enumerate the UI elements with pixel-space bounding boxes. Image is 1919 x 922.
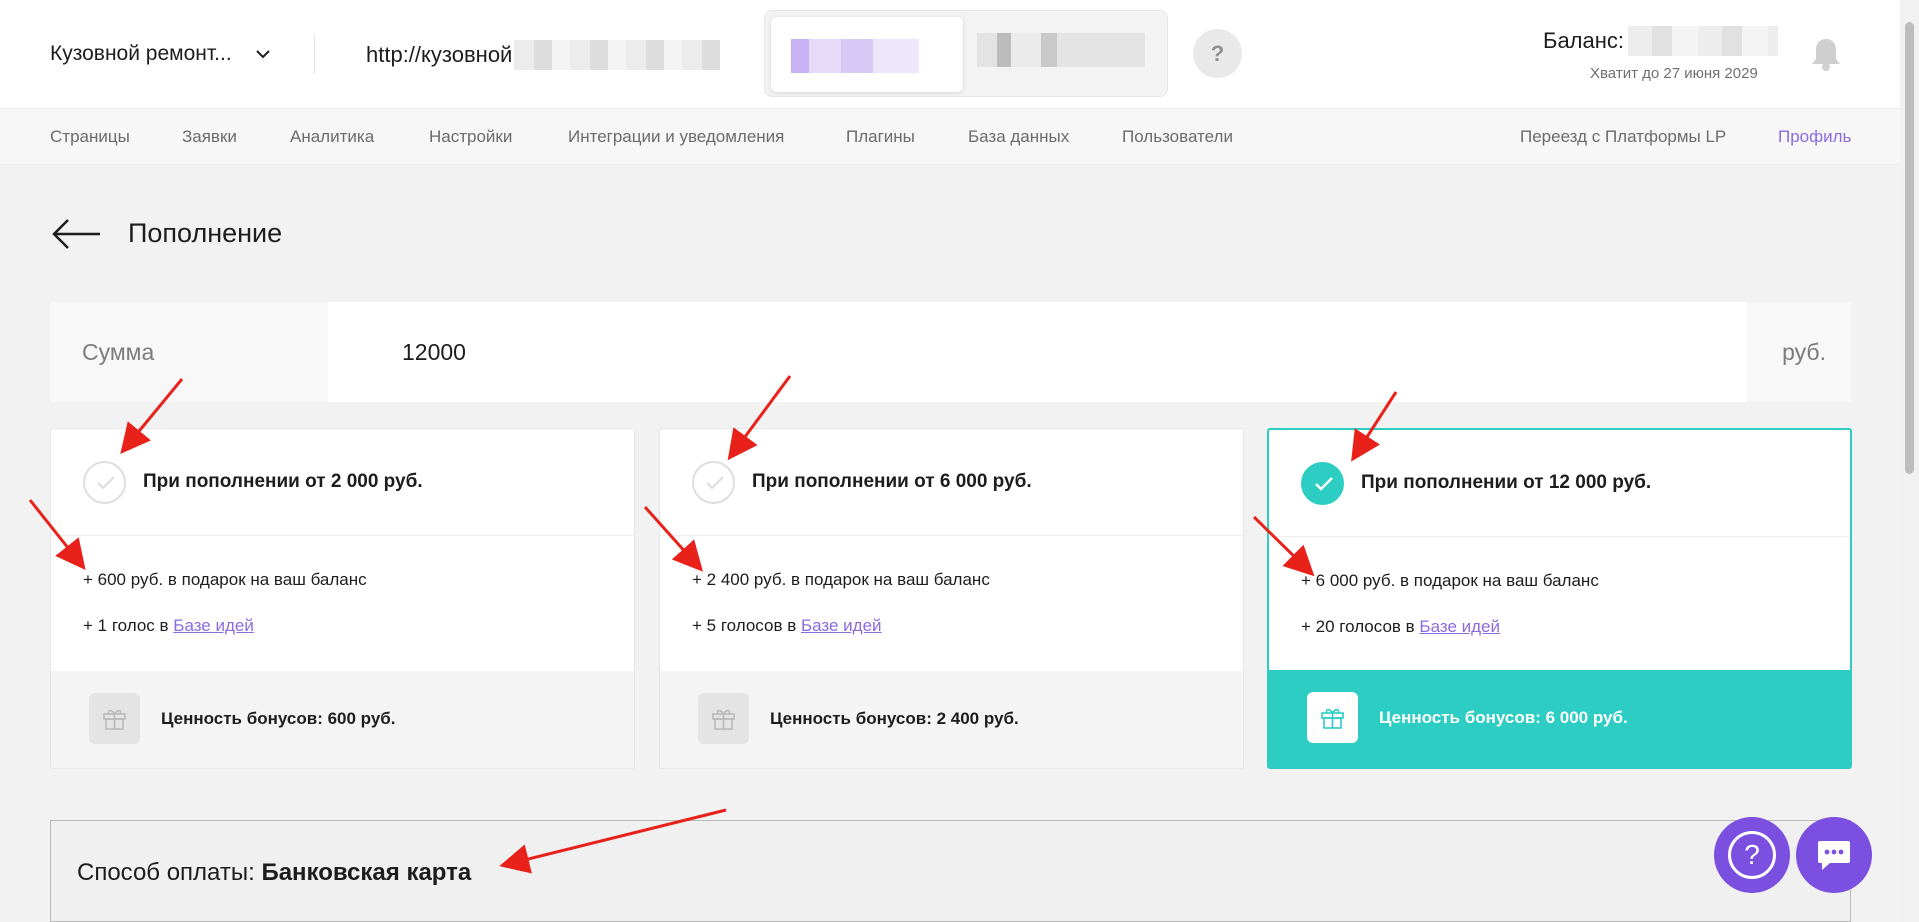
mode-switcher [764,10,1168,97]
card-title: При пополнении от 2 000 руб. [143,471,423,492]
gift-amount-text: + 600 руб. в подарок на ваш баланс [83,570,367,589]
ideas-base-link[interactable]: Базе идей [173,616,254,635]
check-icon [706,476,724,490]
bonus-card-6000[interactable]: При пополнении от 6 000 руб. + 2 400 руб… [659,428,1244,769]
scrollbar-thumb[interactable] [1905,22,1914,474]
nav-item-pages[interactable]: Страницы [50,127,130,147]
votes-text: + 1 голос в Базе идей [83,616,254,636]
card-header: При пополнении от 6 000 руб. [660,429,1243,536]
card-header: При пополнении от 2 000 руб. [51,429,634,536]
payment-label: Способ оплаты: [77,859,262,886]
nav-item-migration[interactable]: Переезд с Платформы LP [1520,127,1726,147]
amount-unit: руб. [1746,302,1851,402]
nav-item-plugins[interactable]: Плагины [846,127,915,147]
gift-icon [698,693,749,744]
card-footer: Ценность бонусов: 6 000 руб. [1269,670,1850,767]
project-name: Кузовной ремонт... [50,42,232,65]
nav-item-integrations[interactable]: Интеграции и уведомления [568,127,784,147]
ideas-base-link[interactable]: Базе идей [801,616,882,635]
amount-input[interactable]: 12000 [328,302,1748,402]
mode-option-active[interactable] [771,17,963,92]
mode-option-inactive[interactable] [977,33,1145,67]
radio-unchecked[interactable] [692,461,735,504]
amount-field: Сумма 12000 руб. [50,302,1851,402]
nav-item-settings[interactable]: Настройки [429,127,512,147]
gift-amount-text: + 2 400 руб. в подарок на ваш баланс [692,570,990,589]
amount-label: Сумма [50,302,328,402]
nav-item-profile[interactable]: Профиль [1778,127,1851,147]
nav-item-database[interactable]: База данных [968,127,1069,147]
site-url-blurred [514,40,721,70]
header-divider [314,34,315,74]
help-fab[interactable]: ? [1714,817,1790,893]
site-url-text: http://кузовной [366,42,513,67]
gift-icon [1307,692,1358,743]
project-selector[interactable]: Кузовной ремонт... [50,42,272,66]
radio-unchecked[interactable] [83,461,126,504]
nav-item-users[interactable]: Пользователи [1122,127,1233,147]
arrow-left-icon[interactable] [50,216,102,252]
bell-icon[interactable] [1806,34,1846,74]
top-header: Кузовной ремонт... http://кузовной ? Бал… [0,0,1900,108]
payment-value: Банковская карта [261,859,472,886]
site-url[interactable]: http://кузовной [366,40,721,70]
balance-value-blurred [1628,26,1779,56]
chat-fab[interactable] [1796,817,1872,893]
check-icon [1315,477,1333,491]
balance: Баланс: [1543,26,1779,56]
help-button[interactable]: ? [1193,29,1242,78]
blurred-label [791,39,919,73]
nav-item-analytics[interactable]: Аналитика [290,127,374,147]
card-footer: Ценность бонусов: 2 400 руб. [660,671,1243,768]
votes-prefix: + 1 голос в [83,616,174,635]
radio-checked[interactable] [1301,462,1344,505]
card-title: При пополнении от 12 000 руб. [1361,472,1652,493]
bonus-card-12000[interactable]: При пополнении от 12 000 руб. + 6 000 ру… [1267,428,1852,769]
ideas-base-link[interactable]: Базе идей [1419,617,1500,636]
gift-amount-text: + 6 000 руб. в подарок на ваш баланс [1301,571,1599,590]
bonus-value: Ценность бонусов: 600 руб. [161,709,396,728]
balance-forecast: Хватит до 27 июня 2029 [1590,65,1758,82]
page-title: Пополнение [128,218,283,248]
question-icon: ? [1728,831,1776,879]
votes-text: + 5 голосов в Базе идей [692,616,882,636]
card-title: При пополнении от 6 000 руб. [752,471,1032,492]
balance-label: Баланс: [1543,28,1625,53]
bonus-card-2000[interactable]: При пополнении от 2 000 руб. + 600 руб. … [50,428,635,769]
nav-item-requests[interactable]: Заявки [182,127,237,147]
bonus-value: Ценность бонусов: 6 000 руб. [1379,708,1628,727]
votes-prefix: + 20 голосов в [1301,617,1420,636]
chat-icon [1818,841,1850,870]
payment-method-selector[interactable]: Способ оплаты: Банковская карта [50,820,1851,922]
gift-icon [89,693,140,744]
votes-text: + 20 голосов в Базе идей [1301,617,1500,637]
votes-prefix: + 5 голосов в [692,616,801,635]
card-footer: Ценность бонусов: 600 руб. [51,671,634,768]
bonus-value: Ценность бонусов: 2 400 руб. [770,709,1019,728]
payment-method: Способ оплаты: Банковская карта [77,859,471,887]
check-icon [97,476,115,490]
main-nav: Страницы Заявки Аналитика Настройки Инте… [0,108,1900,165]
chevron-down-icon [255,50,270,59]
card-header: При пополнении от 12 000 руб. [1269,430,1850,537]
